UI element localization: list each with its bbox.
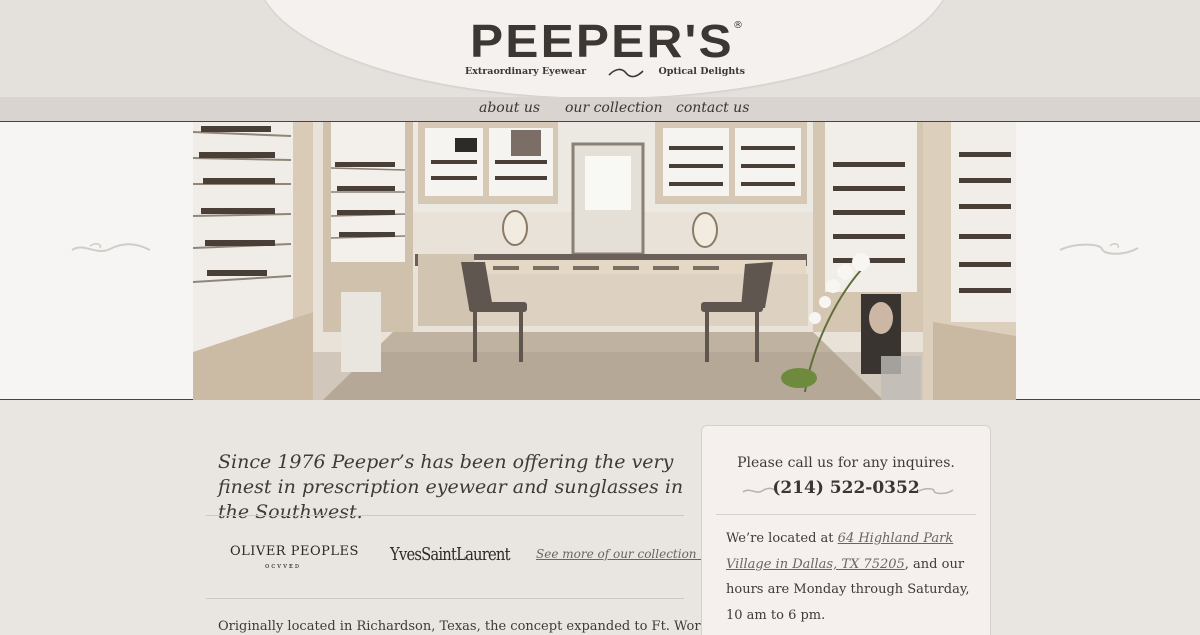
tagline-right: Optical Delights [658, 66, 745, 77]
main-nav: about us our collection contact us [0, 97, 1200, 122]
logo-tagline: Extraordinary Eyewear Optical Delights [465, 66, 755, 80]
nav-contact-us[interactable]: contact us [676, 100, 749, 116]
divider [716, 514, 976, 515]
flourish-left-icon [71, 243, 151, 252]
store-interior-illustration [193, 122, 1016, 400]
nav-about-us[interactable]: about us [479, 100, 540, 116]
history-paragraph: Originally located in Richardson, Texas,… [218, 619, 725, 634]
location-prefix: We’re located at [726, 531, 838, 546]
tagline-left: Extraordinary Eyewear [465, 66, 587, 77]
call-prompt: Please call us for any inquires. [737, 455, 955, 471]
oliver-peoples-sublogo: ᴏᴄᴠᴠᴇᴅ [265, 562, 302, 570]
site-header: PEEPER'S ® Extraordinary Eyewear Optical… [0, 0, 1200, 122]
registered-mark: ® [733, 20, 743, 31]
hero-band [0, 122, 1200, 400]
flourish-right-icon [1059, 243, 1139, 255]
site-logo[interactable]: PEEPER'S ® Extraordinary Eyewear Optical… [458, 14, 758, 84]
logo-wordmark: PEEPER'S [470, 15, 734, 67]
divider [206, 598, 684, 599]
see-more-collection-link[interactable]: See more of our collection » [536, 547, 708, 561]
location-info: We’re located at 64 Highland Park Villag… [726, 526, 976, 628]
nav-our-collection[interactable]: our collection [565, 100, 663, 116]
ysl-logo[interactable]: YvesSaintLaurent [390, 544, 511, 565]
store-interior-image [193, 122, 1016, 400]
swash-icon [608, 68, 644, 78]
oliver-peoples-logo[interactable]: OLIVER PEOPLES [230, 544, 359, 559]
intro-statement: Since 1976 Peeper’s has been offering th… [218, 451, 684, 523]
flourish-small-right-icon [918, 488, 954, 495]
contact-panel: Please call us for any inquires. (214) 5… [701, 425, 991, 635]
divider [206, 515, 684, 516]
